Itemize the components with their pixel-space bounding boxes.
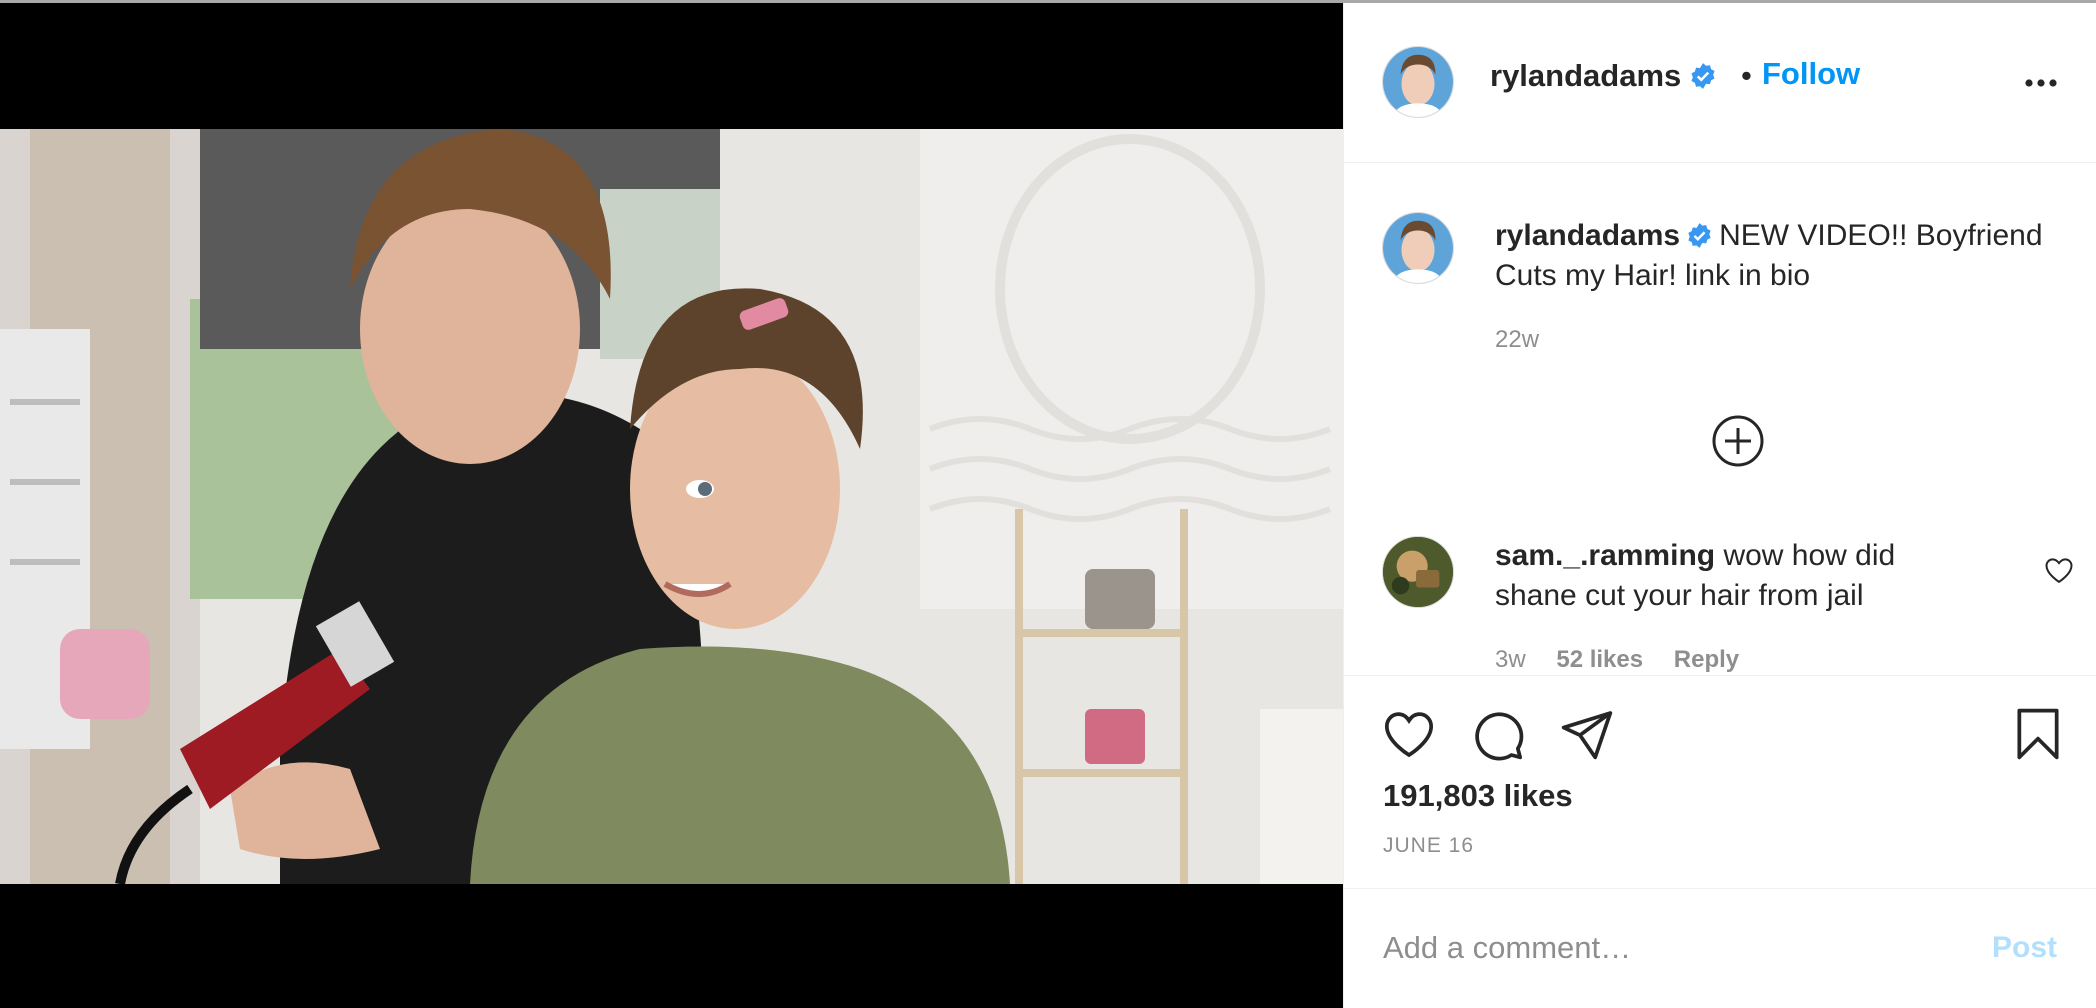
commenter-avatar[interactable] — [1382, 536, 1454, 608]
caption-author-avatar[interactable] — [1382, 212, 1454, 284]
comment-input[interactable] — [1383, 923, 1943, 973]
post-header: rylandadams • Follow — [1344, 0, 2096, 163]
post-comment-button[interactable]: Post — [1992, 931, 2057, 965]
author-username-text[interactable]: rylandadams — [1490, 58, 1681, 93]
author-avatar[interactable] — [1382, 46, 1454, 118]
comments-list[interactable]: rylandadams NEW VIDEO!! Boyfriend Cuts my… — [1344, 164, 2096, 674]
reply-button[interactable]: Reply — [1674, 646, 1739, 673]
post-caption: rylandadams NEW VIDEO!! Boyfriend Cuts my… — [1495, 216, 2055, 296]
caption-age: 22w — [1495, 326, 1540, 353]
comment-age: 3w — [1495, 646, 1526, 673]
post-photo[interactable] — [0, 129, 1343, 884]
author-username[interactable]: rylandadams — [1490, 58, 1717, 94]
post-date[interactable]: JUNE 16 — [1383, 834, 1474, 858]
plus-circle-icon[interactable] — [1711, 414, 1765, 468]
more-options-icon[interactable] — [2016, 62, 2066, 102]
verified-badge-icon — [1686, 222, 1713, 249]
follow-button[interactable]: Follow — [1762, 56, 1860, 92]
post-media[interactable] — [0, 0, 1343, 1008]
likes-count[interactable]: 191,803 likes — [1383, 778, 1573, 814]
caption-username[interactable]: rylandadams — [1495, 219, 1680, 252]
verified-badge-icon — [1689, 62, 1717, 90]
paper-plane-icon[interactable] — [1559, 706, 1615, 762]
post-actions: 191,803 likes JUNE 16 — [1344, 675, 2096, 888]
comment-likes[interactable]: 52 likes — [1556, 646, 1643, 673]
comment-bubble-icon[interactable] — [1470, 706, 1526, 762]
comment-body: sam._.ramming wow how did shane cut your… — [1495, 536, 1985, 616]
window-top-border — [0, 0, 2096, 3]
heart-icon[interactable] — [2044, 556, 2074, 584]
bookmark-icon[interactable] — [2010, 706, 2066, 762]
header-separator: • — [1741, 58, 1752, 93]
heart-icon[interactable] — [1381, 706, 1437, 762]
post-details-panel: rylandadams • Follow rylandadams NEW VIDE… — [1343, 0, 2096, 1008]
add-comment-bar: Post — [1344, 888, 2096, 1008]
commenter-username[interactable]: sam._.ramming — [1495, 539, 1715, 572]
comment-meta: 3w 52 likes Reply — [1495, 646, 1763, 674]
photo-illustration — [0, 129, 1343, 884]
